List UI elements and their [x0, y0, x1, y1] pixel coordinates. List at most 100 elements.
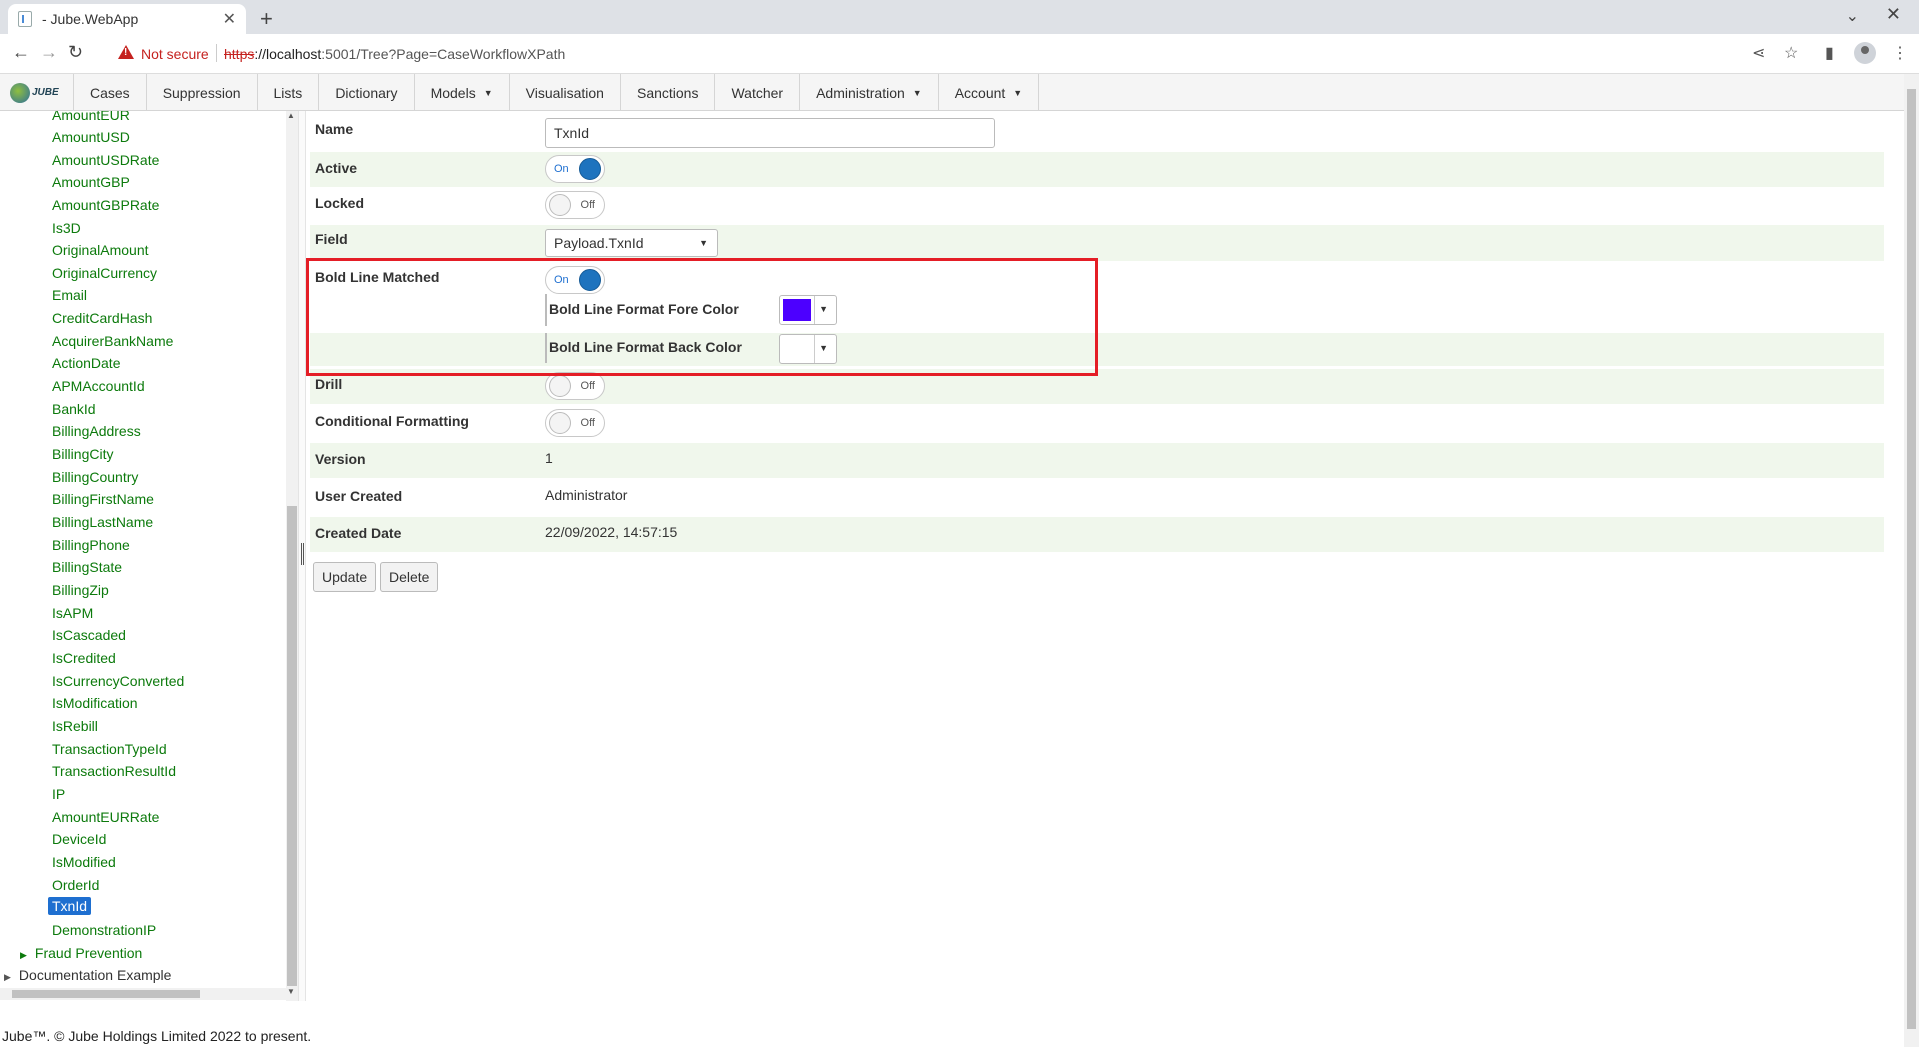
scroll-thumb[interactable]	[12, 990, 200, 998]
sidebar-icon[interactable]: ▮	[1825, 43, 1834, 63]
tree-item[interactable]: ActionDate	[52, 355, 120, 371]
version-value: 1	[545, 450, 553, 466]
menu-account-label: Account	[954, 84, 1006, 101]
created-date-label: Created Date	[315, 525, 402, 541]
tree-node-fraud-prevention[interactable]: ▶ Fraud Prevention	[20, 945, 142, 961]
tree-item[interactable]: IsAPM	[52, 605, 93, 621]
scroll-thumb[interactable]	[1907, 89, 1916, 1029]
menu-administration-label: Administration	[816, 84, 905, 101]
tree-item-selected[interactable]: TxnId	[48, 897, 92, 915]
logo-text: JUBE	[32, 87, 59, 98]
tree-item[interactable]: OrderId	[52, 877, 99, 893]
tree-item[interactable]: AmountEUR	[52, 111, 130, 123]
scroll-down-icon[interactable]: ▼	[287, 987, 295, 996]
close-tab-icon[interactable]: ✕	[223, 9, 236, 29]
tree-horizontal-scrollbar[interactable]	[0, 988, 286, 1000]
splitter-handle-icon[interactable]	[301, 543, 304, 565]
tree-item[interactable]: BillingAddress	[52, 423, 141, 439]
menu-visualisation[interactable]: Visualisation	[510, 74, 621, 111]
toggle-state: On	[554, 163, 569, 175]
tree-item[interactable]: IsCredited	[52, 650, 116, 666]
field-select[interactable]: Payload.TxnId ▼	[545, 229, 718, 257]
tree-item[interactable]: APMAccountId	[52, 378, 145, 394]
tree-item[interactable]: CreditCardHash	[52, 310, 152, 326]
menu-suppression[interactable]: Suppression	[147, 74, 258, 111]
tree-item[interactable]: DeviceId	[52, 831, 106, 847]
tree-item[interactable]: OriginalAmount	[52, 242, 149, 258]
tree-item[interactable]: BankId	[52, 401, 96, 417]
tree-node-documentation-example[interactable]: ▶ Documentation Example	[4, 967, 171, 983]
forward-icon[interactable]: →	[40, 42, 58, 63]
locked-toggle[interactable]: Off	[545, 191, 605, 219]
expand-arrow-icon[interactable]: ▶	[20, 950, 27, 960]
menu-account[interactable]: Account ▼	[939, 74, 1040, 111]
tree-item[interactable]: BillingLastName	[52, 514, 153, 530]
tree-item[interactable]: BillingCountry	[52, 469, 138, 485]
toggle-knob	[549, 412, 571, 434]
tree-item[interactable]: DemonstrationIP	[52, 922, 156, 938]
tree-item[interactable]: BillingPhone	[52, 537, 130, 553]
tree-item[interactable]: IsRebill	[52, 718, 98, 734]
tree-item[interactable]: IP	[52, 786, 65, 802]
menu-lists[interactable]: Lists	[258, 74, 320, 111]
menu-models[interactable]: Models ▼	[415, 74, 510, 111]
profile-avatar[interactable]	[1854, 42, 1876, 64]
tree-item[interactable]: BillingCity	[52, 446, 113, 462]
new-tab-icon[interactable]: +	[260, 6, 273, 32]
tree-item[interactable]: AmountGBPRate	[52, 197, 159, 213]
tree-item[interactable]: IsCurrencyConverted	[52, 673, 184, 689]
toggle-state: Off	[580, 380, 595, 392]
reload-icon[interactable]: ↻	[68, 42, 83, 63]
back-icon[interactable]: ←	[12, 42, 30, 63]
expand-arrow-icon[interactable]: ▶	[4, 972, 11, 982]
tree-item[interactable]: BillingZip	[52, 582, 109, 598]
conditional-formatting-label: Conditional Formatting	[315, 413, 469, 429]
tree-item[interactable]: AmountEURRate	[52, 809, 159, 825]
chevron-down-icon[interactable]: ⌄	[1846, 6, 1859, 26]
menu-administration[interactable]: Administration ▼	[800, 74, 939, 111]
star-icon[interactable]: ☆	[1784, 43, 1798, 63]
page-vertical-scrollbar[interactable]	[1904, 74, 1919, 1047]
tree-item[interactable]: AmountUSDRate	[52, 152, 159, 168]
tree-item[interactable]: BillingState	[52, 559, 122, 575]
menu-watcher[interactable]: Watcher	[715, 74, 801, 111]
tree-item[interactable]: TransactionTypeId	[52, 741, 167, 757]
tree-item[interactable]: OriginalCurrency	[52, 265, 157, 281]
tree-item[interactable]: AcquirerBankName	[52, 333, 173, 349]
conditional-formatting-toggle[interactable]: Off	[545, 409, 605, 437]
menu-cases[interactable]: Cases	[74, 74, 147, 111]
browser-tab[interactable]: - Jube.WebApp ✕	[8, 4, 246, 34]
tree-item[interactable]: IsModified	[52, 854, 116, 870]
menu-dictionary[interactable]: Dictionary	[319, 74, 415, 111]
address-bar[interactable]: https://localhost:5001/Tree?Page=CaseWor…	[224, 46, 565, 62]
share-icon[interactable]: ⋖	[1752, 43, 1765, 63]
tree-item[interactable]: Email	[52, 287, 87, 303]
tree-item[interactable]: IsModification	[52, 695, 138, 711]
tree-item[interactable]: BillingFirstName	[52, 491, 154, 507]
toggle-knob	[549, 375, 571, 397]
update-button[interactable]: Update	[313, 562, 377, 592]
delete-button[interactable]: Delete	[380, 562, 439, 592]
warning-icon	[118, 45, 134, 59]
toggle-knob	[579, 158, 601, 180]
tree-item[interactable]: IsCascaded	[52, 627, 126, 643]
tree-item[interactable]: AmountUSD	[52, 129, 130, 145]
tree-item[interactable]: TransactionResultId	[52, 763, 176, 779]
tree-item[interactable]: Is3D	[52, 220, 81, 236]
form-row-user: User Created Administrator	[310, 480, 1884, 515]
not-secure-label[interactable]: Not secure	[141, 46, 209, 62]
scroll-thumb[interactable]	[287, 506, 297, 986]
tree-panel: AmountEUR AmountUSD AmountUSDRate Amount…	[0, 111, 286, 996]
tree-item[interactable]: AmountGBP	[52, 174, 130, 190]
name-input[interactable]: TxnId	[545, 118, 995, 148]
tree-vertical-scrollbar[interactable]: ▲ ▼	[286, 111, 298, 1001]
panel-splitter[interactable]	[298, 111, 306, 1001]
active-toggle[interactable]: On	[545, 155, 605, 183]
tab-title: - Jube.WebApp	[42, 11, 139, 27]
scroll-up-icon[interactable]: ▲	[287, 111, 295, 120]
jube-logo[interactable]: JUBE	[0, 74, 74, 111]
menu-sanctions[interactable]: Sanctions	[621, 74, 716, 111]
more-icon[interactable]: ⋮	[1892, 43, 1908, 63]
drill-toggle[interactable]: Off	[545, 372, 605, 400]
close-window-icon[interactable]: ✕	[1886, 4, 1901, 25]
